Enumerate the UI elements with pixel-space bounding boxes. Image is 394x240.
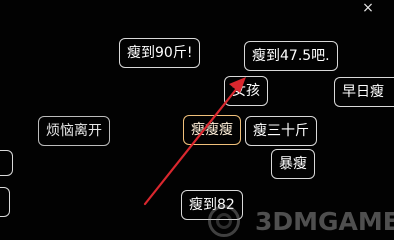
tag-slim-slim-slim[interactable]: 瘦瘦瘦 — [183, 115, 241, 145]
tag-rapid-weight-loss[interactable]: 暴瘦 — [271, 149, 315, 179]
tag-lose-to-47-5[interactable]: 瘦到47.5吧. — [244, 41, 338, 71]
partial-tag-left-lower[interactable] — [0, 187, 10, 217]
partial-tag-left-upper[interactable] — [0, 150, 13, 176]
tag-lose-thirty-jin[interactable]: 瘦三十斤 — [245, 116, 317, 146]
tag-worries-leave[interactable]: 烦恼离开 — [38, 116, 110, 146]
tag-girl[interactable]: 女孩 — [224, 76, 268, 106]
close-icon[interactable]: × — [362, 1, 374, 15]
tag-wall-screen: × 瘦到90斤! 瘦到47.5吧. 女孩 早日瘦 烦恼离开 瘦瘦瘦 瘦三十斤 暴… — [0, 0, 394, 240]
watermark-text: 3DMGAME — [255, 207, 394, 236]
tag-lose-weight-soon[interactable]: 早日瘦 — [334, 77, 394, 107]
tag-lose-to-82[interactable]: 瘦到82 — [181, 190, 243, 220]
tag-lose-to-90-jin[interactable]: 瘦到90斤! — [119, 38, 201, 68]
